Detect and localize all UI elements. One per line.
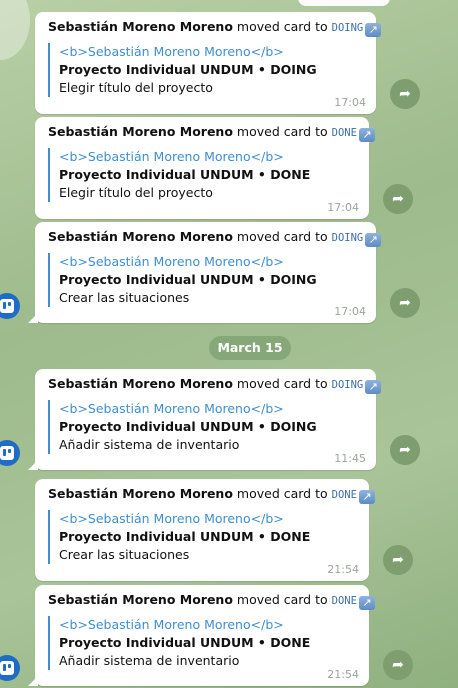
task-name: Crear las situaciones [59,290,190,305]
status-code: DONE [331,489,357,501]
message-time: 21:54 [327,563,359,576]
message-bubble[interactable]: Sebastián Moreno Moreno moved card to DO… [35,12,382,114]
status-code: DOING [331,379,364,391]
message-bubble[interactable]: Sebastián Moreno Moreno moved card to DO… [35,479,375,581]
trello-icon [0,446,14,460]
project-name: Proyecto Individual UNDUM • DONE [59,167,311,182]
share-arrow-icon[interactable]: ➦ [383,184,413,214]
project-name: Proyecto Individual UNDUM • DONE [59,529,311,544]
message-time: 11:45 [334,452,366,465]
message-header: Sebastián Moreno Moreno moved card to DO… [48,18,382,37]
share-arrow-icon[interactable]: ➦ [383,650,413,680]
external-link-icon[interactable]: ↗ [358,596,375,610]
trello-icon [0,661,14,675]
previous-message-tail [298,0,390,6]
share-arrow-icon[interactable]: ➦ [390,288,420,318]
task-name: Añadir sistema de inventario [59,653,240,668]
action-text: moved card to [236,592,328,607]
trello-bot-avatar[interactable] [0,293,20,319]
message-bubble[interactable]: Sebastián Moreno Moreno moved card to DO… [28,222,382,323]
trello-icon [0,299,14,313]
message-quote: <b>Sebastián Moreno Moreno</b> Proyecto … [48,43,364,97]
action-text: moved card to [236,124,328,139]
action-text: moved card to [236,486,328,501]
external-link-icon[interactable]: ↗ [358,490,375,504]
message-header: Sebastián Moreno Moreno moved card to DO… [48,485,375,504]
external-link-icon[interactable]: ↗ [365,233,382,247]
message-time: 17:04 [334,96,366,109]
quote-title: <b>Sebastián Moreno Moreno</b> [59,401,284,416]
task-name: Elegir título del proyecto [59,80,213,95]
message-header: Sebastián Moreno Moreno moved card to DO… [48,375,382,394]
quote-title: <b>Sebastián Moreno Moreno</b> [59,149,284,164]
message-bubble[interactable]: Sebastián Moreno Moreno moved card to DO… [28,585,375,686]
message-bubble[interactable]: Sebastián Moreno Moreno moved card to DO… [28,369,382,470]
author-name: Sebastián Moreno Moreno [48,592,233,607]
message-quote: <b>Sebastián Moreno Moreno</b> Proyecto … [48,148,357,202]
author-name: Sebastián Moreno Moreno [48,229,233,244]
quote-title: <b>Sebastián Moreno Moreno</b> [59,44,284,59]
trello-bot-avatar[interactable] [0,655,20,681]
message-bubble[interactable]: Sebastián Moreno Moreno moved card to DO… [35,117,375,219]
status-code: DONE [331,127,357,139]
message-quote: <b>Sebastián Moreno Moreno</b> Proyecto … [48,616,357,670]
author-name: Sebastián Moreno Moreno [48,376,233,391]
external-link-icon[interactable]: ↗ [358,128,375,142]
action-text: moved card to [236,376,328,391]
quote-title: <b>Sebastián Moreno Moreno</b> [59,511,284,526]
message-time: 17:04 [334,305,366,318]
message-header: Sebastián Moreno Moreno moved card to DO… [48,228,382,247]
project-name: Proyecto Individual UNDUM • DONE [59,635,311,650]
project-name: Proyecto Individual UNDUM • DOING [59,62,317,77]
share-arrow-icon[interactable]: ➦ [383,545,413,575]
message-quote: <b>Sebastián Moreno Moreno</b> Proyecto … [48,400,364,454]
author-name: Sebastián Moreno Moreno [48,124,233,139]
message-time: 21:54 [327,668,359,681]
message-quote: <b>Sebastián Moreno Moreno</b> Proyecto … [48,510,357,564]
project-name: Proyecto Individual UNDUM • DOING [59,419,317,434]
message-quote: <b>Sebastián Moreno Moreno</b> Proyecto … [48,253,364,307]
external-link-icon[interactable]: ↗ [365,380,382,394]
date-separator: March 15 [209,336,291,360]
action-text: moved card to [236,229,328,244]
quote-title: <b>Sebastián Moreno Moreno</b> [59,254,284,269]
message-header: Sebastián Moreno Moreno moved card to DO… [48,123,375,142]
status-code: DOING [331,232,364,244]
trello-bot-avatar[interactable] [0,440,20,466]
external-link-icon[interactable]: ↗ [365,23,382,37]
task-name: Añadir sistema de inventario [59,437,240,452]
message-header: Sebastián Moreno Moreno moved card to DO… [48,591,375,610]
message-time: 17:04 [327,201,359,214]
action-text: moved card to [236,19,328,34]
status-code: DONE [331,595,357,607]
task-name: Crear las situaciones [59,547,190,562]
project-name: Proyecto Individual UNDUM • DOING [59,272,317,287]
author-name: Sebastián Moreno Moreno [48,486,233,501]
share-arrow-icon[interactable]: ➦ [390,79,420,109]
task-name: Elegir título del proyecto [59,185,213,200]
quote-title: <b>Sebastián Moreno Moreno</b> [59,617,284,632]
status-code: DOING [331,22,364,34]
author-name: Sebastián Moreno Moreno [48,19,233,34]
share-arrow-icon[interactable]: ➦ [390,435,420,465]
